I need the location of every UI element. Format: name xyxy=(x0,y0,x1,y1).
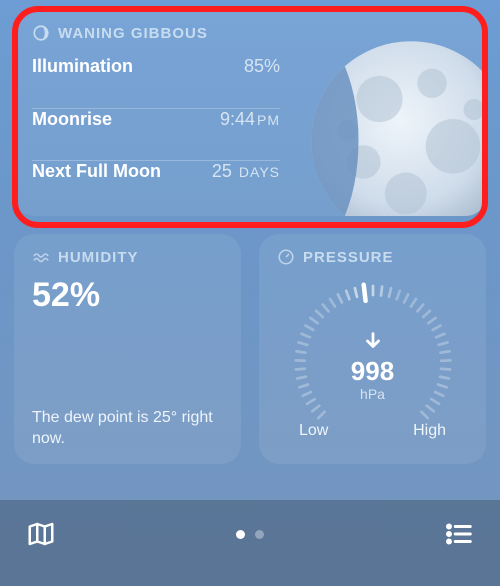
humidity-icon xyxy=(32,248,50,266)
humidity-card[interactable]: HUMIDITY 52% The dew point is 25° right … xyxy=(14,234,241,464)
map-button[interactable] xyxy=(24,517,58,551)
pressure-title: PRESSURE xyxy=(303,249,394,266)
moon-phase-card[interactable]: WANING GIBBOUS Illumination 85% Moonrise… xyxy=(14,10,486,216)
nextfull-label: Next Full Moon xyxy=(32,161,161,182)
moon-row-illumination: Illumination 85% xyxy=(32,56,280,108)
moon-illustration xyxy=(306,36,486,216)
illum-value: 85% xyxy=(244,56,280,77)
moon-phase-title: WANING GIBBOUS xyxy=(58,25,208,42)
pressure-gauge xyxy=(283,268,463,448)
page-dot-0[interactable] xyxy=(236,530,245,539)
pressure-high-label: High xyxy=(413,422,446,440)
pressure-card[interactable]: PRESSURE 998 hPa Low High xyxy=(259,234,486,464)
moon-row-moonrise: Moonrise 9:44PM xyxy=(32,108,280,160)
humidity-value: 52% xyxy=(32,276,223,315)
illum-label: Illumination xyxy=(32,56,133,77)
list-icon xyxy=(444,519,474,549)
list-button[interactable] xyxy=(442,517,476,551)
nextfull-value: 25 DAYS xyxy=(212,161,280,182)
pressure-low-label: Low xyxy=(299,422,328,440)
moon-row-nextfull: Next Full Moon 25 DAYS xyxy=(32,160,280,212)
map-icon xyxy=(26,519,56,549)
page-dots[interactable] xyxy=(236,530,264,539)
moon-phase-icon xyxy=(32,24,50,42)
pressure-gauge-icon xyxy=(277,248,295,266)
humidity-footnote: The dew point is 25° right now. xyxy=(32,408,223,450)
bottom-toolbar xyxy=(0,500,500,586)
humidity-title: HUMIDITY xyxy=(58,249,139,266)
moonrise-label: Moonrise xyxy=(32,109,112,130)
moonrise-value: 9:44PM xyxy=(220,109,280,130)
page-dot-1[interactable] xyxy=(255,530,264,539)
